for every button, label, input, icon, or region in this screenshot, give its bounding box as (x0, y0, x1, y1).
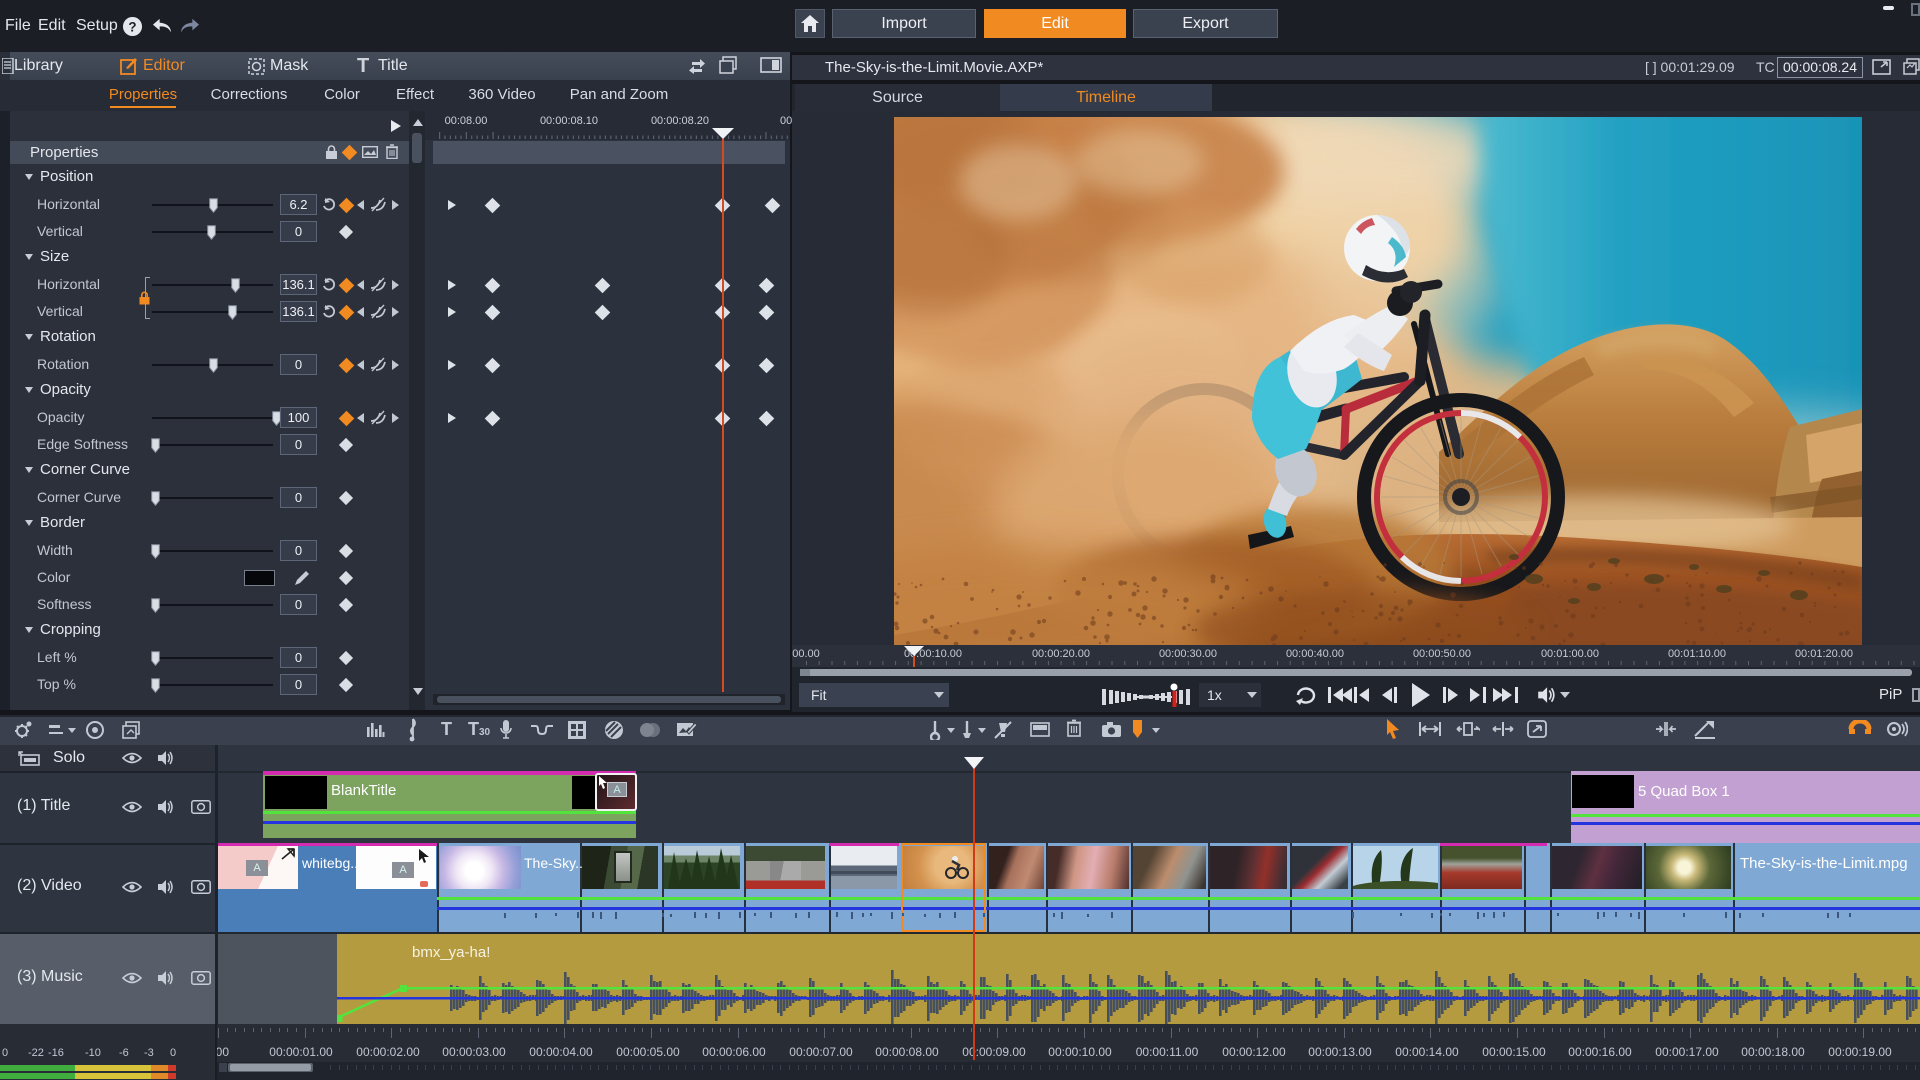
svg-text:?: ? (128, 19, 136, 34)
